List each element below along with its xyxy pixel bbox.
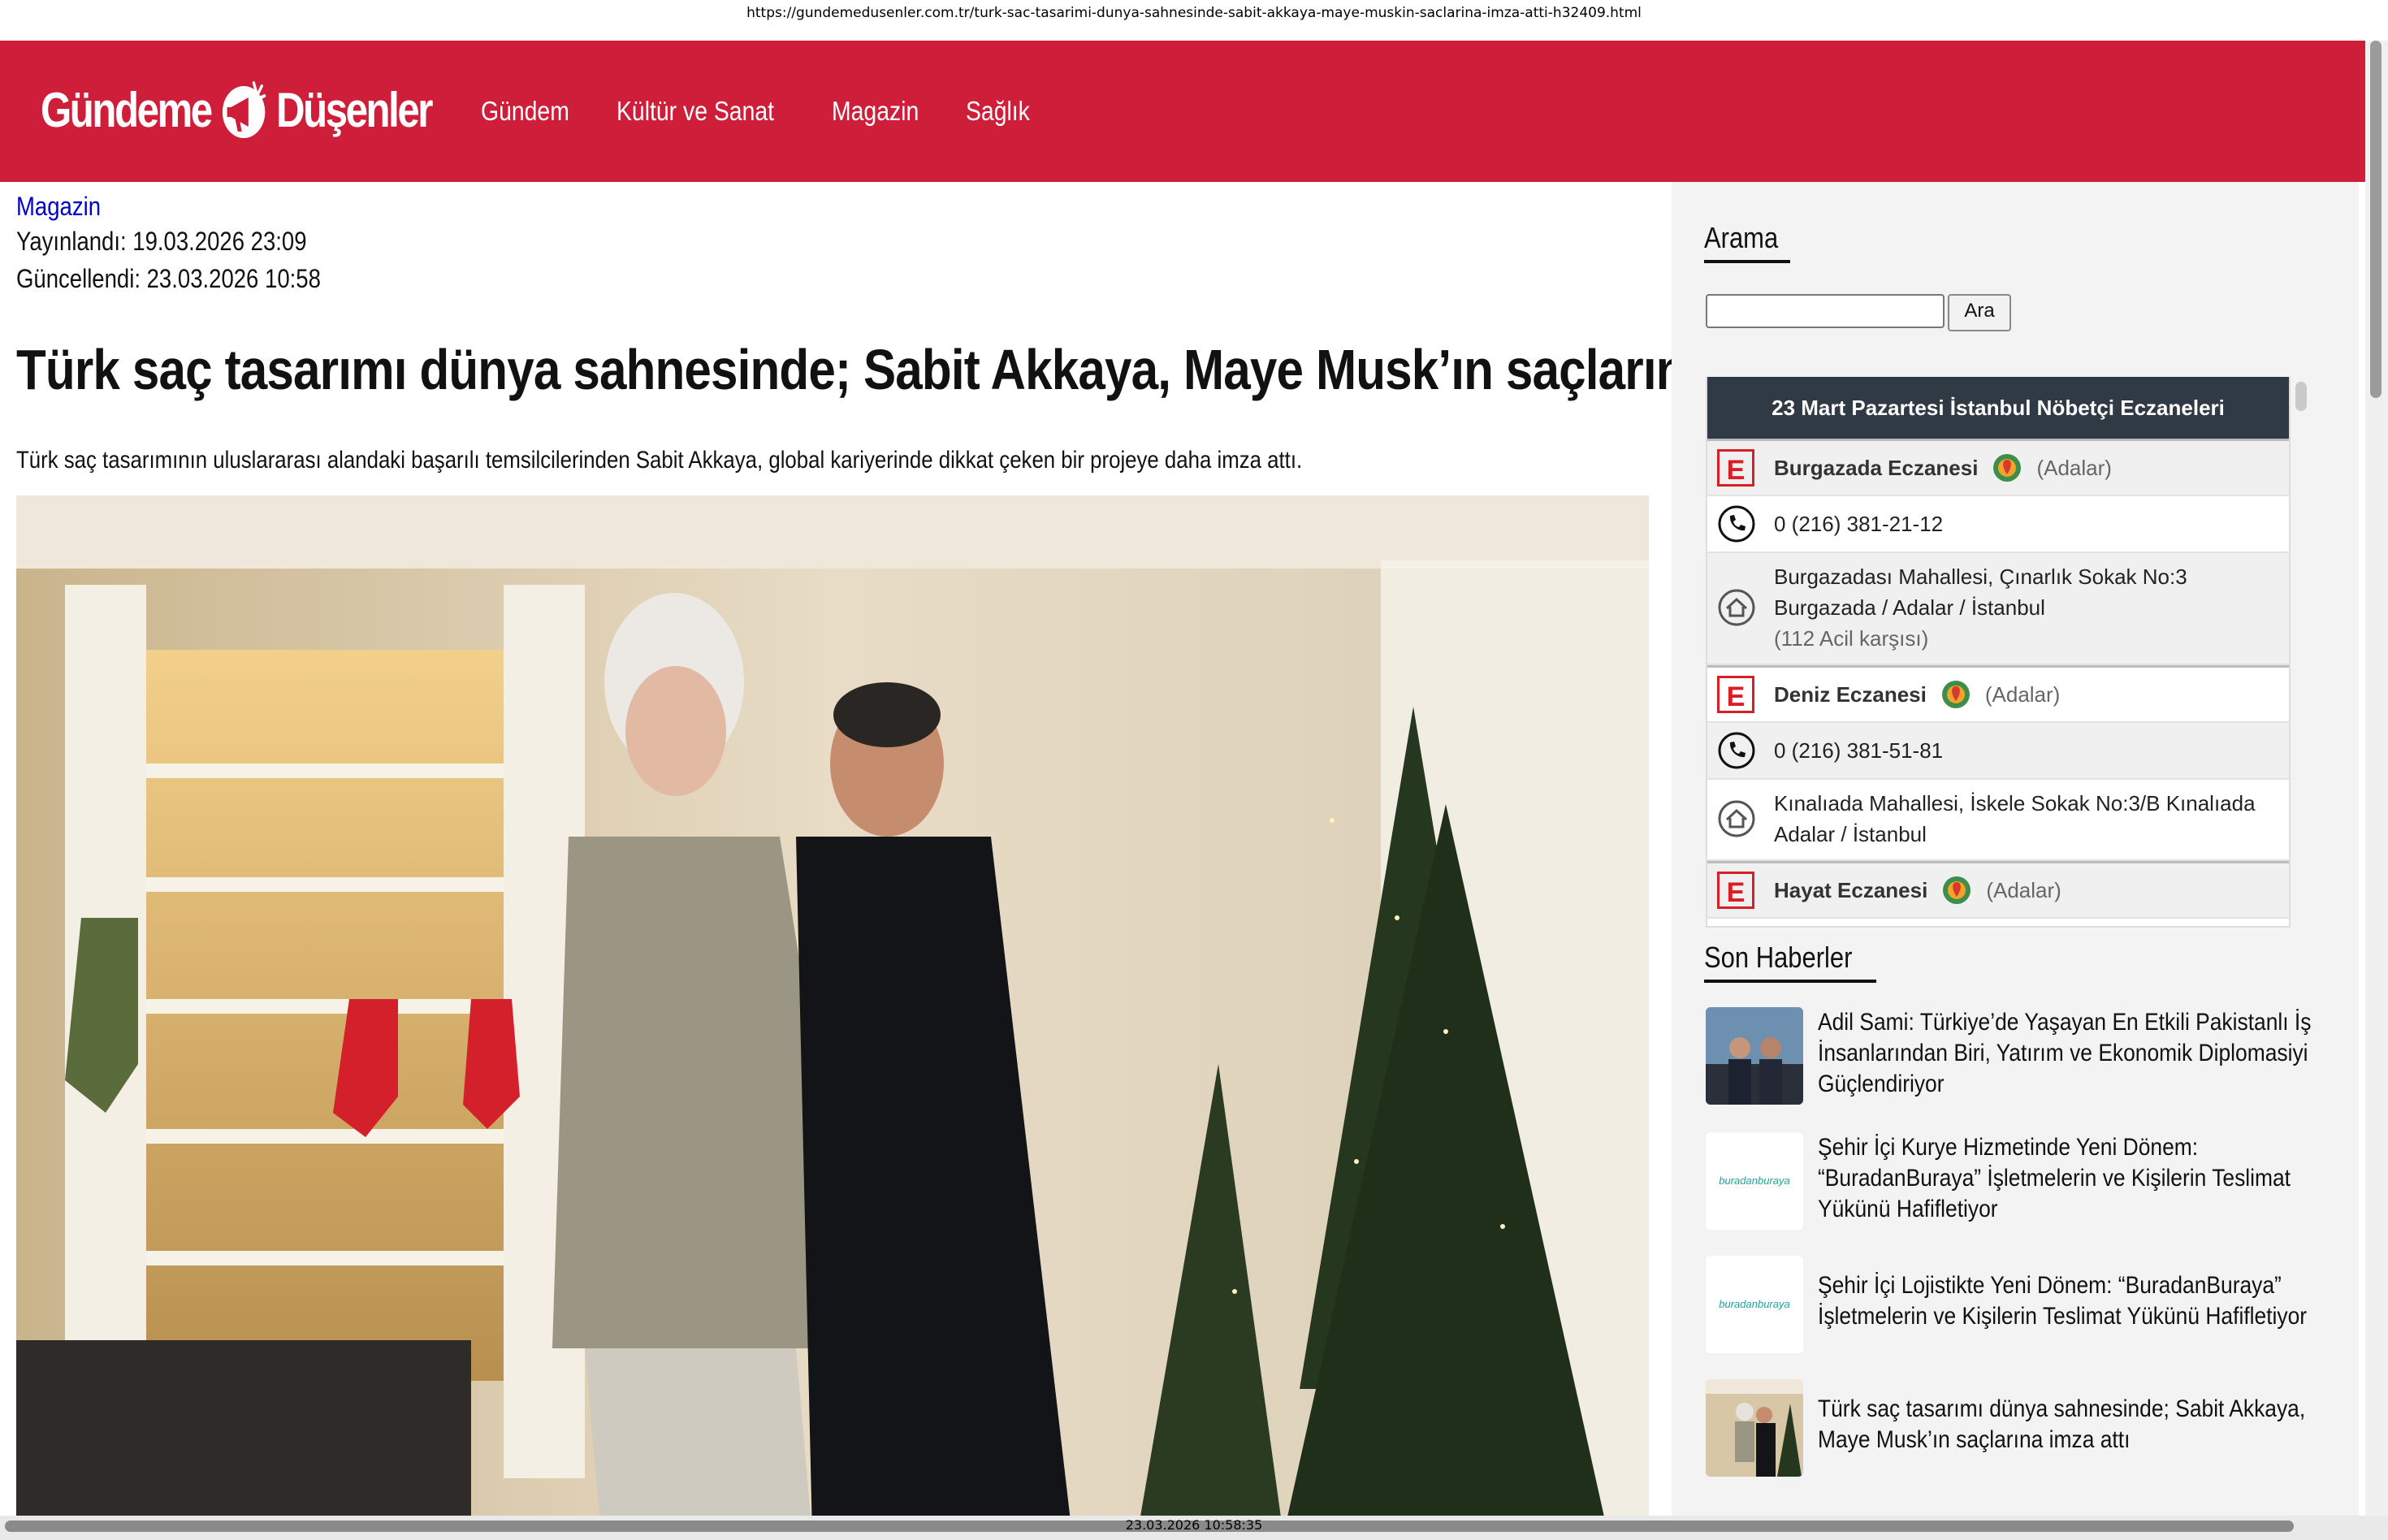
published-date: Yayınlandı: 19.03.2026 23:09 <box>16 223 1649 260</box>
pharmacy-area: (Adalar) <box>1986 877 2061 902</box>
article-lede-text: Türk saç tasarımının uluslararası alanda… <box>16 446 1303 474</box>
news-thumbnail[interactable] <box>1706 1379 1803 1477</box>
news-title[interactable]: Şehir İçi Lojistikte Yeni Dönem: “Burada… <box>1818 1256 2339 1353</box>
site-logo[interactable]: Gündeme Düşenler <box>41 65 433 154</box>
article-lede: Türk saç tasarımının uluslararası alanda… <box>16 444 1649 477</box>
news-title[interactable]: Şehir İçi Kurye Hizmetinde Yeni Dönem: “… <box>1818 1132 2339 1230</box>
main-nav: Gündem Kültür ve Sanat Magazin Sağlık <box>481 41 1073 182</box>
pharmacy-area: (Adalar) <box>1984 681 2061 707</box>
home-icon <box>1718 800 1755 837</box>
pharmacy-phone-row[interactable]: 0 (216) 381-51-81 <box>1707 723 2289 780</box>
news-thumbnail[interactable] <box>1706 1007 1803 1105</box>
published-text: Yayınlandı: 19.03.2026 23:09 <box>16 227 307 256</box>
pharmacy-name: Burgazada Eczanesi <box>1774 455 1979 480</box>
news-thumbnail-image <box>1706 1379 1803 1477</box>
pharmacy-address: Kınalıada Mahallesi, İskele Sokak No:3/B… <box>1774 791 2256 846</box>
thumb-logo-text: buradanburaya <box>1719 1298 1789 1310</box>
article-category-link[interactable]: Magazin <box>16 190 1649 223</box>
pharmacy-name-row[interactable]: E Hayat Eczanesi (Adalar) <box>1707 861 2289 919</box>
phone-icon <box>1718 732 1755 769</box>
article-photo <box>16 495 1649 1535</box>
search-title-text: Arama <box>1704 221 1779 254</box>
pharmacy-e-icon: E <box>1717 872 1754 909</box>
address-bar[interactable]: https://gundemedusenler.com.tr/turk-sac-… <box>0 0 2388 41</box>
search-input[interactable] <box>1706 294 1945 328</box>
news-title-text: Adil Sami: Türkiye’de Yaşayan En Etkili … <box>1818 1009 2312 1097</box>
news-item[interactable]: buradanburaya Şehir İçi Kurye Hizmetinde… <box>1706 1132 2339 1230</box>
pharmacy-address-row: Burgazadası Mahallesi, Çınarlık Sokak No… <box>1707 553 2289 665</box>
url-text: https://gundemedusenler.com.tr/turk-sac-… <box>746 5 1642 21</box>
pharmacy-widget-title: 23 Mart Pazartesi İstanbul Nöbetçi Eczan… <box>1707 377 2289 439</box>
map-pin-icon[interactable] <box>1941 680 1971 709</box>
capture-timestamp: 23.03.2026 10:58:35 <box>1125 1517 1263 1533</box>
phone-icon <box>1717 927 1756 928</box>
nav-kultur-ve-sanat[interactable]: Kültür ve Sanat <box>616 96 774 127</box>
logo-text-left: Gündeme <box>41 82 213 137</box>
pharmacy-e-icon: E <box>1717 449 1754 487</box>
pharmacy-area: (Adalar) <box>2036 455 2112 480</box>
latest-news-title: Son Haberler <box>1704 941 1877 983</box>
home-icon <box>1718 589 1755 626</box>
article-title-text: Türk saç tasarımı dünya sahnesinde; Sabi… <box>16 338 1914 401</box>
site-header: Gündeme Düşenler Gündem Kültür ve Sanat … <box>0 41 2388 182</box>
search-button[interactable]: Ara <box>1948 294 2011 331</box>
pharmacy-phone: 0 (216) 381-21-12 <box>1774 511 1944 536</box>
updated-date: Güncellendi: 23.03.2026 10:58 <box>16 260 1649 297</box>
pharmacy-address-row: Kınalıada Mahallesi, İskele Sokak No:3/B… <box>1707 780 2289 861</box>
pharmacy-name-row[interactable]: E Deniz Eczanesi (Adalar) <box>1707 665 2289 723</box>
pharmacy-widget-scrollbar[interactable] <box>2295 382 2307 411</box>
vertical-scroll-thumb[interactable] <box>2370 41 2382 398</box>
news-thumbnail[interactable]: buradanburaya <box>1706 1132 1803 1230</box>
megaphone-logo-icon <box>222 81 266 138</box>
news-item[interactable]: Adil Sami: Türkiye’de Yaşayan En Etkili … <box>1706 1007 2339 1105</box>
map-pin-icon[interactable] <box>1992 453 2022 482</box>
news-title-text: Şehir İçi Kurye Hizmetinde Yeni Dönem: “… <box>1818 1134 2291 1222</box>
phone-icon <box>1718 505 1755 543</box>
sidebar: Arama Ara 23 Mart Pazartesi İstanbul Nöb… <box>1672 182 2359 1522</box>
pharmacy-note: (112 Acil karşısı) <box>1774 626 1929 651</box>
category-label: Magazin <box>16 192 102 221</box>
latest-news-title-text: Son Haberler <box>1704 941 1853 974</box>
page-vertical-scrollbar[interactable] <box>2365 41 2388 1516</box>
news-title[interactable]: Türk saç tasarımı dünya sahnesinde; Sabi… <box>1818 1379 2339 1477</box>
pharmacy-phone-row[interactable] <box>1707 919 2289 928</box>
news-thumbnail-image: buradanburaya <box>1706 1132 1803 1230</box>
news-item[interactable]: buradanburaya Şehir İçi Lojistikte Yeni … <box>1706 1256 2339 1353</box>
news-title-text: Türk saç tasarımı dünya sahnesinde; Sabi… <box>1818 1395 2306 1453</box>
map-pin-icon[interactable] <box>1942 876 1971 905</box>
pharmacy-address-block: Burgazadası Mahallesi, Çınarlık Sokak No… <box>1774 561 2279 654</box>
news-item[interactable]: Türk saç tasarımı dünya sahnesinde; Sabi… <box>1706 1379 2339 1477</box>
news-thumbnail-image <box>1706 1007 1803 1105</box>
news-thumbnail-image: buradanburaya <box>1706 1256 1803 1353</box>
on-duty-pharmacies-widget[interactable]: 23 Mart Pazartesi İstanbul Nöbetçi Eczan… <box>1706 377 2291 928</box>
search-title: Arama <box>1704 221 1791 263</box>
nav-saglik[interactable]: Sağlık <box>966 96 1030 127</box>
pharmacy-name-row[interactable]: E Burgazada Eczanesi (Adalar) <box>1707 439 2289 496</box>
article-photo-illustration <box>16 495 1649 1535</box>
news-thumbnail[interactable]: buradanburaya <box>1706 1256 1803 1353</box>
pharmacy-phone: 0 (216) 381-51-81 <box>1774 738 1944 763</box>
pharmacy-name: Deniz Eczanesi <box>1774 681 1927 707</box>
pharmacy-e-icon: E <box>1717 676 1754 713</box>
news-title[interactable]: Adil Sami: Türkiye’de Yaşayan En Etkili … <box>1818 1007 2339 1105</box>
thumb-logo-text: buradanburaya <box>1719 1174 1789 1187</box>
news-title-text: Şehir İçi Lojistikte Yeni Dönem: “Burada… <box>1818 1272 2308 1330</box>
pharmacy-address: Burgazadası Mahallesi, Çınarlık Sokak No… <box>1774 565 2187 620</box>
nav-gundem[interactable]: Gündem <box>481 96 569 127</box>
article: Magazin Yayınlandı: 19.03.2026 23:09 Gün… <box>16 182 1914 1535</box>
updated-text: Güncellendi: 23.03.2026 10:58 <box>16 264 321 293</box>
pharmacy-name: Hayat Eczanesi <box>1774 877 1928 902</box>
logo-text-right: Düşenler <box>276 82 433 137</box>
nav-magazin[interactable]: Magazin <box>832 96 919 127</box>
article-title: Türk saç tasarımı dünya sahnesinde; Sabi… <box>16 333 1914 406</box>
pharmacy-phone-row[interactable]: 0 (216) 381-21-12 <box>1707 496 2289 553</box>
